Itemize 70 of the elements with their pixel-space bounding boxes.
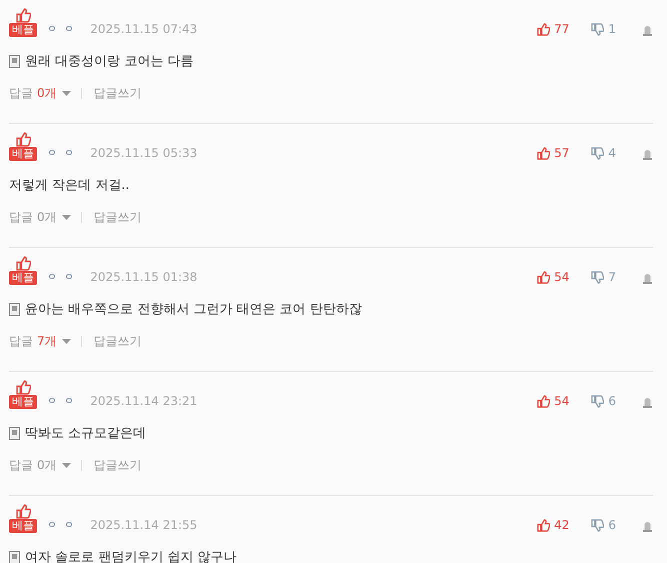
like-count: 54 [554,270,570,284]
write-reply-link[interactable]: 답글쓰기 [94,85,142,102]
thumbs-up-icon [537,22,550,36]
comment-text: 딱봐도 소규모같은데 [25,425,146,442]
dislike-count: 7 [608,270,616,284]
best-badge: 베플 [9,23,37,37]
thumbs-down-icon [591,22,604,36]
caret-icon[interactable] [62,463,71,468]
best-badge: 베플 [9,271,37,285]
nickname[interactable]: ㅇ ㅇ [47,22,76,36]
thumbs-down-icon [591,146,604,160]
thumbs-up-icon [537,518,550,532]
thumbs-up-icon [537,394,550,408]
dislike-count: 6 [608,518,616,532]
reply-label: 답글 [9,333,33,350]
nickname[interactable]: ㅇ ㅇ [47,394,76,408]
comment-text: 여자 솔로로 팬덤키우기 쉽지 않구나 [25,549,237,563]
thumbs-down-icon [591,270,604,284]
write-reply-link[interactable]: 답글쓰기 [94,333,142,350]
reply-label: 답글 [9,209,33,226]
thumbs-up-icon [16,132,30,147]
best-badge: 베플 [9,147,37,161]
reply-count[interactable]: 0개 [37,209,57,226]
reply-label: 답글 [9,457,33,474]
comment-date: 2025.11.15 01:38 [90,270,198,284]
thumbs-up-icon [16,256,30,271]
write-reply-link[interactable]: 답글쓰기 [94,457,142,474]
comment-text: 원래 대중성이랑 코어는 다름 [25,53,194,70]
like-count: 57 [554,146,570,160]
report-icon[interactable] [642,25,653,36]
comment-text: 저렇게 작은데 저걸.. [9,177,130,194]
best-badge: 베플 [9,395,37,409]
like-count: 77 [554,22,570,36]
nickname[interactable]: ㅇ ㅇ [47,518,76,532]
dislike-count: 4 [608,146,616,160]
comment-text: 윤아는 배우쪽으로 전향해서 그런가 태연은 코어 탄탄하잖 [25,301,362,318]
thumbs-up-icon [537,146,550,160]
thumbs-down-icon [591,518,604,532]
like-count: 42 [554,518,570,532]
thumbs-up-icon [16,8,30,23]
report-icon[interactable] [642,521,653,532]
reply-count[interactable]: 0개 [37,85,57,102]
dislike-count: 1 [608,22,616,36]
nickname[interactable]: ㅇ ㅇ [47,146,76,160]
thumbs-down-icon [591,394,604,408]
caret-icon[interactable] [62,91,71,96]
like-count: 54 [554,394,570,408]
thumbs-up-icon [16,380,30,395]
write-reply-link[interactable]: 답글쓰기 [94,209,142,226]
document-icon [9,550,20,563]
report-icon[interactable] [642,397,653,408]
document-icon [9,54,20,68]
comment-date: 2025.11.14 21:55 [90,518,198,532]
reply-label: 답글 [9,85,33,102]
document-icon [9,302,20,316]
thumbs-up-icon [16,504,30,519]
comment-date: 2025.11.14 23:21 [90,394,198,408]
reply-count[interactable]: 7개 [37,333,57,350]
report-icon[interactable] [642,149,653,160]
reply-count[interactable]: 0개 [37,457,57,474]
caret-icon[interactable] [62,215,71,220]
comment-date: 2025.11.15 07:43 [90,22,198,36]
document-icon [9,426,20,440]
nickname[interactable]: ㅇ ㅇ [47,270,76,284]
dislike-count: 6 [608,394,616,408]
thumbs-up-icon [537,270,550,284]
best-badge: 베플 [9,519,37,533]
comment-date: 2025.11.15 05:33 [90,146,198,160]
report-icon[interactable] [642,273,653,284]
caret-icon[interactable] [62,339,71,344]
